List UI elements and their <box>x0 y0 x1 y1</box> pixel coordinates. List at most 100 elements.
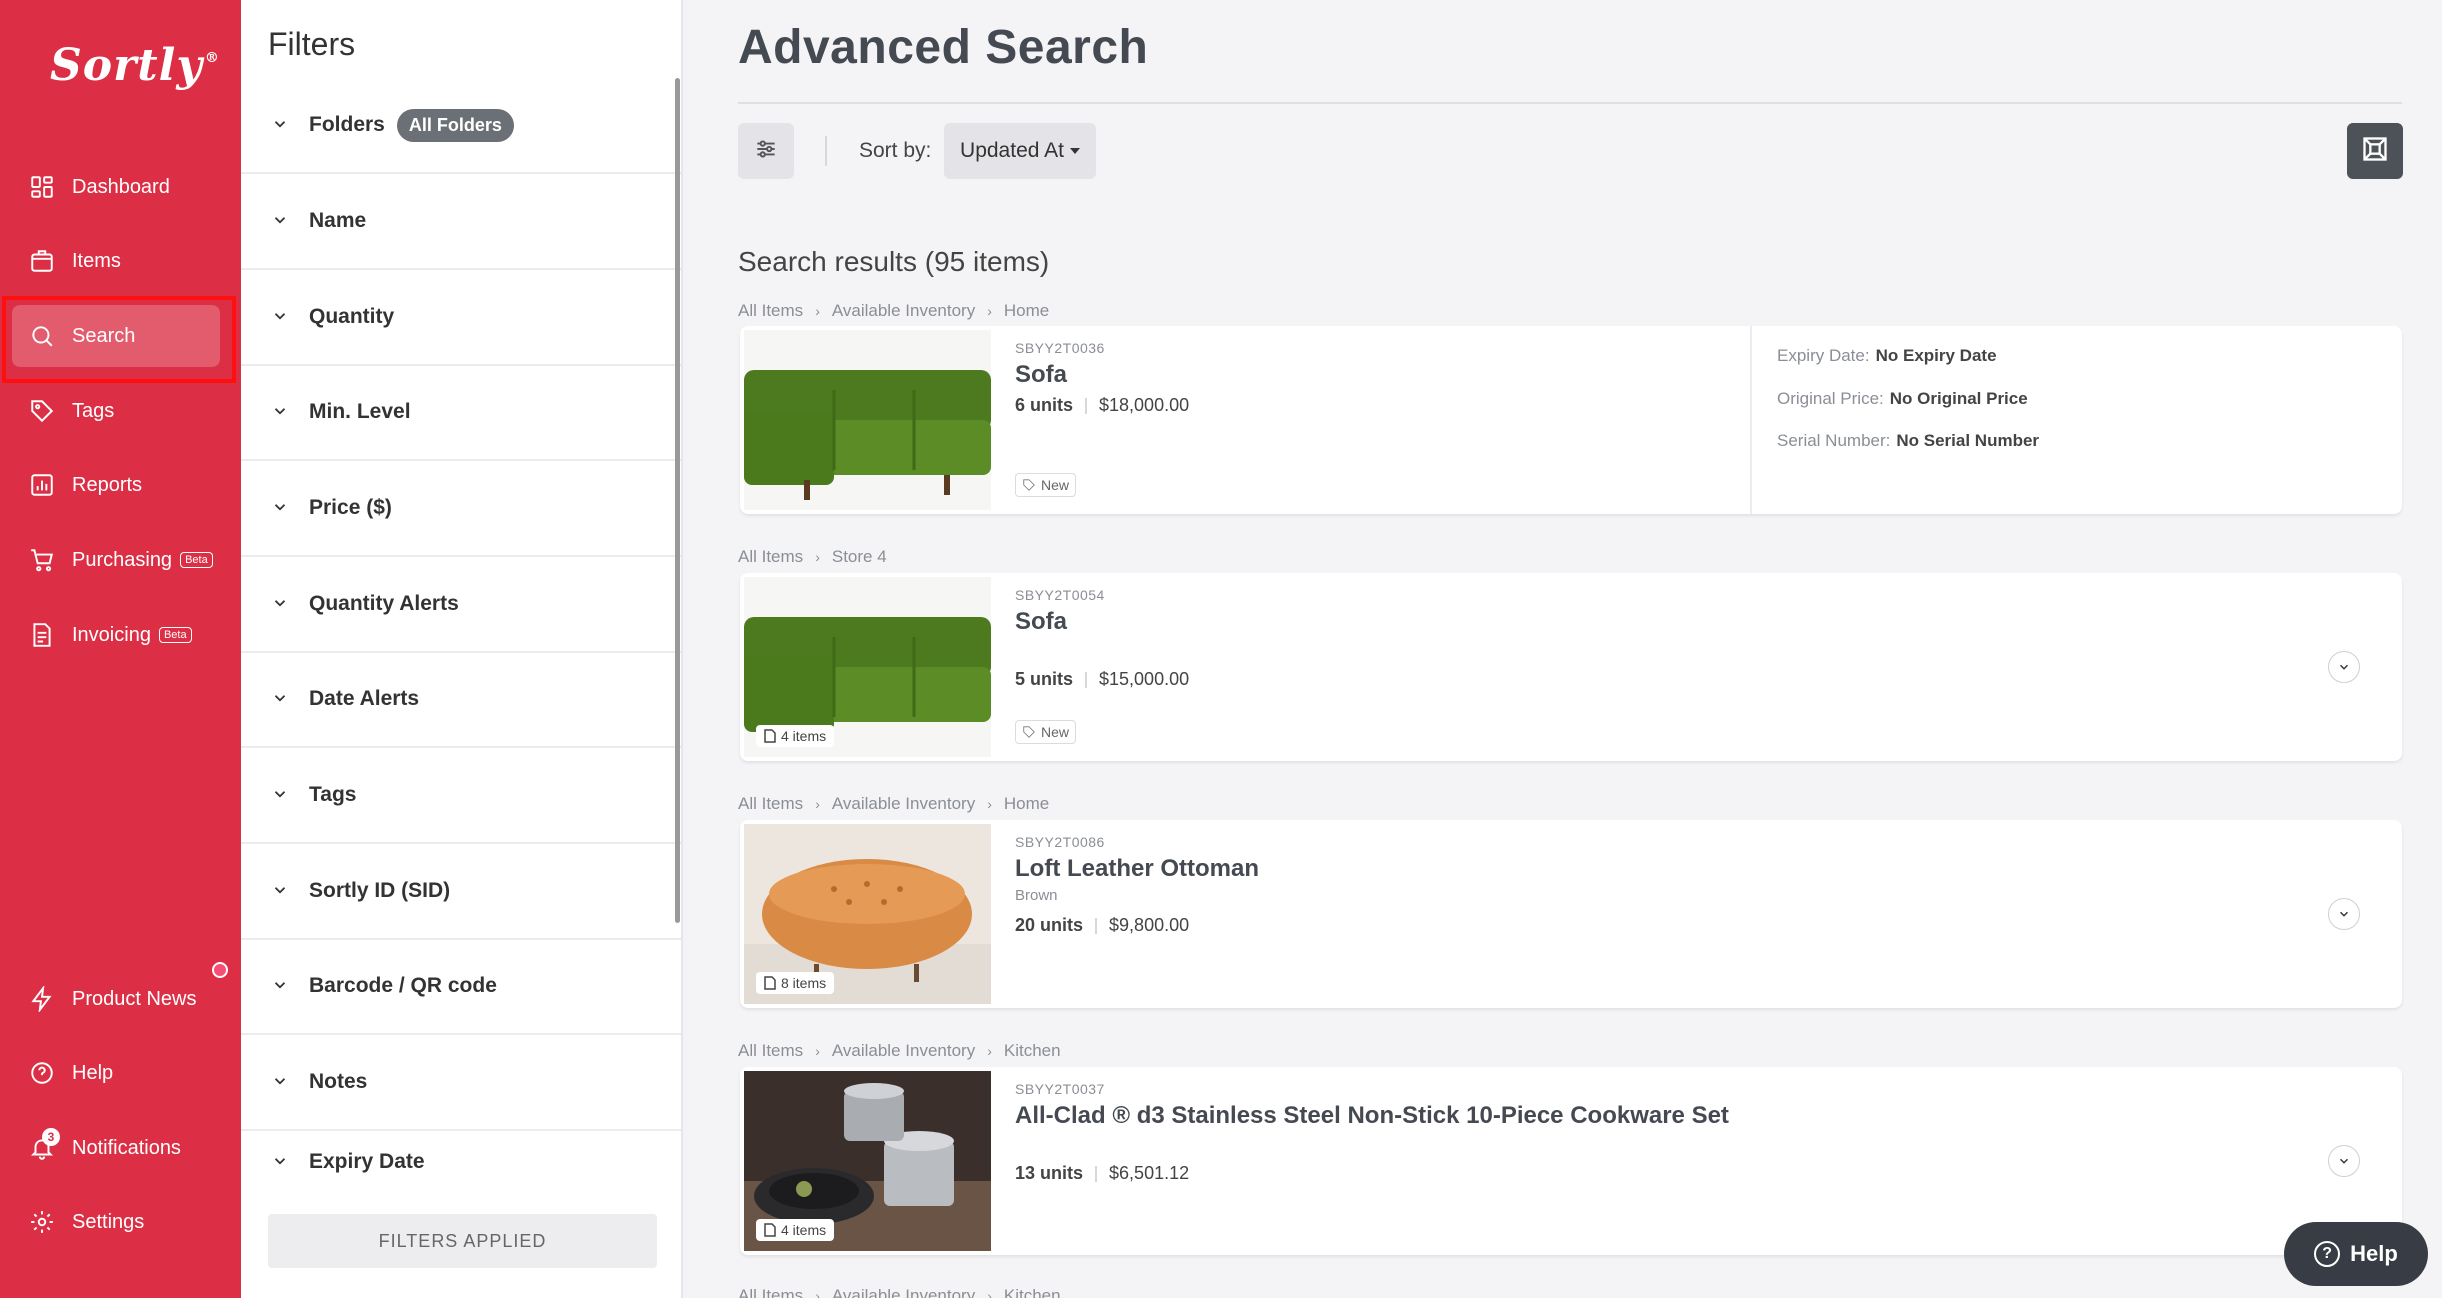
result-card[interactable]: SBYY2T0036 Sofa 6 units $18,000.00 New Ex… <box>740 326 2402 514</box>
help-icon <box>28 1059 56 1087</box>
filter-price[interactable]: Price ($) <box>241 461 681 557</box>
filters-panel: Filters Folders All Folders Name Quantit… <box>241 0 683 1298</box>
filter-date-alerts[interactable]: Date Alerts <box>241 652 681 748</box>
item-sid: SBYY2T0086 <box>1015 834 1105 850</box>
chevron-right-icon: › <box>815 1288 820 1298</box>
filters-applied-button[interactable]: FILTERS APPLIED <box>268 1214 657 1268</box>
item-name[interactable]: Sofa <box>1015 361 1067 389</box>
breadcrumb: All Items › Available Inventory › Home <box>738 301 1050 320</box>
chevron-down-icon <box>2340 911 2348 917</box>
view-toggle-button[interactable] <box>2347 123 2403 179</box>
filter-expiry-date[interactable]: Expiry Date <box>241 1131 681 1193</box>
item-photo-sofa <box>744 330 991 510</box>
chevron-right-icon: › <box>987 1288 992 1298</box>
page-title: Advanced Search <box>738 21 1149 74</box>
chevron-down-icon <box>271 307 291 327</box>
filter-sortly-id[interactable]: Sortly ID (SID) <box>241 844 681 940</box>
dashboard-icon <box>28 173 56 201</box>
filter-tags[interactable]: Tags <box>241 748 681 844</box>
card-divider <box>1750 326 1752 514</box>
chevron-right-icon: › <box>987 303 992 319</box>
invoice-icon <box>28 621 56 649</box>
sidebar-item-help[interactable]: Help <box>12 1042 220 1104</box>
chevron-down-icon <box>271 594 291 614</box>
cart-icon <box>28 546 56 574</box>
item-tag[interactable]: New <box>1015 720 1077 744</box>
chevron-down-icon <box>2340 664 2348 670</box>
item-sid: SBYY2T0036 <box>1015 340 1105 356</box>
item-variant: Brown <box>1015 887 1058 904</box>
sidebar-item-purchasing[interactable]: Purchasing Beta <box>12 529 220 591</box>
chevron-down-icon <box>271 211 291 231</box>
item-tag[interactable]: New <box>1015 473 1077 497</box>
all-folders-pill[interactable]: All Folders <box>396 108 514 142</box>
filter-quantity[interactable]: Quantity <box>241 270 681 366</box>
result-card[interactable]: 8 items SBYY2T0086 Loft Leather Ottoman … <box>740 820 2402 1008</box>
news-indicator-dot <box>212 962 228 978</box>
field-original-price: Original Price: No Original Price <box>1777 389 2028 408</box>
item-photo-cookware: 4 items <box>744 1071 991 1251</box>
item-name[interactable]: Sofa <box>1015 608 1067 636</box>
expand-button[interactable] <box>2328 898 2360 930</box>
filters-title: Filters <box>268 26 356 62</box>
sidebar-item-notifications[interactable]: Notifications <box>12 1117 220 1179</box>
chevron-down-icon <box>271 115 291 135</box>
item-qty-price: 5 units $15,000.00 <box>1015 669 1190 689</box>
file-icon <box>764 976 776 990</box>
expand-button[interactable] <box>2328 651 2360 683</box>
sidebar-item-dashboard[interactable]: Dashboard <box>12 156 220 218</box>
bolt-icon <box>28 985 56 1013</box>
beta-badge: Beta <box>158 627 192 643</box>
sidebar-item-invoicing[interactable]: Invoicing Beta <box>12 604 220 666</box>
sidebar-item-reports[interactable]: Reports <box>12 454 220 516</box>
chevron-down-icon <box>271 1152 291 1172</box>
sort-label: Sort by: <box>859 139 932 162</box>
filter-name[interactable]: Name <box>241 174 681 270</box>
sliders-icon <box>753 136 779 167</box>
item-name[interactable]: All-Clad ® d3 Stainless Steel Non-Stick … <box>1015 1102 1729 1130</box>
filter-toggle-button[interactable] <box>738 123 794 179</box>
item-qty-price: 13 units $6,501.12 <box>1015 1163 1190 1183</box>
field-expiry-date: Expiry Date: No Expiry Date <box>1777 346 1997 365</box>
filter-notes[interactable]: Notes <box>241 1035 681 1131</box>
chevron-down-icon <box>271 881 291 901</box>
help-floating-button[interactable]: ? Help <box>2284 1222 2428 1286</box>
sidebar-item-product-news[interactable]: Product News <box>12 968 220 1030</box>
item-photo-sofa: 4 items <box>744 577 991 757</box>
sort-dropdown[interactable]: Updated At <box>944 123 1096 179</box>
filter-barcode[interactable]: Barcode / QR code <box>241 939 681 1035</box>
item-qty-price: 6 units $18,000.00 <box>1015 395 1190 415</box>
photo-count-badge: 4 items <box>756 1219 835 1241</box>
breadcrumb: All Items › Available Inventory › Kitchen <box>738 1286 1061 1298</box>
sidebar-item-tags[interactable]: Tags <box>12 380 220 442</box>
file-icon <box>764 1223 776 1237</box>
results-title: Search results (95 items) <box>738 246 1050 277</box>
main-content: Advanced Search Sort by: Updated At Sear… <box>683 0 2442 1298</box>
item-photo-ottoman: 8 items <box>744 824 991 1004</box>
tag-icon <box>1023 726 1035 738</box>
toolbar-separator <box>825 136 827 166</box>
chevron-down-icon <box>271 689 291 709</box>
items-icon <box>28 247 56 275</box>
file-icon <box>764 729 776 743</box>
chevron-down-icon <box>271 498 291 518</box>
chevron-right-icon: › <box>815 549 820 565</box>
result-card[interactable]: 4 items SBYY2T0054 Sofa 5 units $15,000.0… <box>740 573 2402 761</box>
breadcrumb: All Items › Available Inventory › Kitchen <box>738 1041 1061 1060</box>
filter-quantity-alerts[interactable]: Quantity Alerts <box>241 557 681 653</box>
filters-scrollbar[interactable] <box>675 78 680 923</box>
result-card[interactable]: 4 items SBYY2T0037 All-Clad ® d3 Stainle… <box>740 1067 2402 1255</box>
chevron-right-icon: › <box>987 796 992 812</box>
filter-folders[interactable]: Folders All Folders <box>241 78 681 174</box>
item-sid: SBYY2T0037 <box>1015 1081 1105 1097</box>
sortly-logo[interactable]: Sortly ® <box>50 40 220 91</box>
sidebar-item-settings[interactable]: Settings <box>12 1191 220 1253</box>
gear-icon <box>28 1208 56 1236</box>
chevron-right-icon: › <box>815 796 820 812</box>
sidebar-item-items[interactable]: Items <box>12 230 220 292</box>
filter-min-level[interactable]: Min. Level <box>241 365 681 461</box>
expand-button[interactable] <box>2328 1145 2360 1177</box>
item-name[interactable]: Loft Leather Ottoman <box>1015 855 1259 883</box>
search-highlight-box <box>2 296 236 383</box>
chevron-down-icon <box>271 1072 291 1092</box>
